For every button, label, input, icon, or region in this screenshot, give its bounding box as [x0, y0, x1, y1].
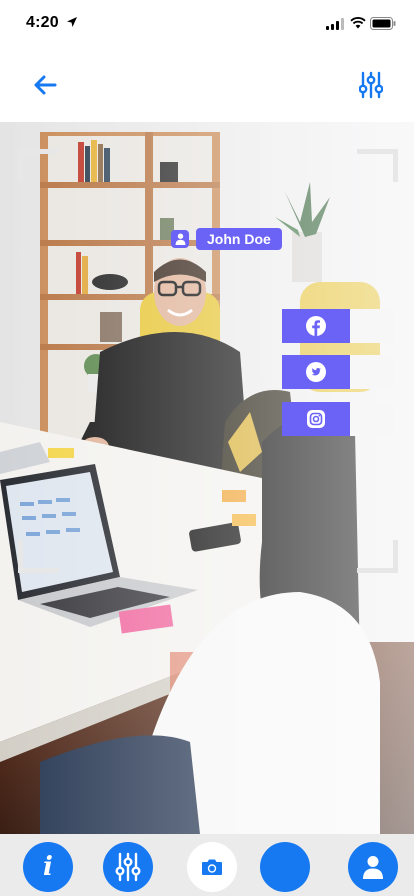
- sliders-icon: [115, 852, 141, 882]
- viewfinder-corner-bottom-left: [18, 540, 59, 573]
- twitter-field: [350, 355, 394, 389]
- header: [0, 48, 414, 122]
- camera-viewfinder[interactable]: John Doe: [0, 122, 414, 834]
- settings-button[interactable]: [103, 842, 153, 892]
- twitter-link[interactable]: [282, 355, 394, 389]
- facebook-field: [350, 309, 394, 343]
- battery-icon: [370, 17, 396, 30]
- bottom-toolbar: i: [0, 834, 414, 896]
- cellular-signal-icon: [326, 18, 344, 30]
- info-icon: i: [43, 852, 53, 882]
- person-name-label: John Doe: [196, 228, 282, 250]
- user-icon: [171, 230, 189, 248]
- facebook-icon: [282, 309, 350, 343]
- instagram-field: [350, 402, 394, 436]
- status-time: 4:20: [26, 14, 59, 31]
- filter-button[interactable]: [354, 68, 388, 102]
- face-name-tag[interactable]: John Doe: [171, 228, 282, 250]
- info-button[interactable]: i: [23, 842, 73, 892]
- facebook-link[interactable]: [282, 309, 394, 343]
- user-icon: [363, 856, 383, 879]
- camera-button[interactable]: [187, 842, 237, 892]
- profile-button[interactable]: [348, 842, 398, 892]
- wifi-icon: [350, 17, 366, 29]
- viewfinder-corner-bottom-right: [357, 540, 398, 573]
- status-bar: 4:20: [0, 0, 414, 48]
- instagram-icon: [282, 402, 350, 436]
- sliders-icon: [359, 71, 383, 99]
- instagram-link[interactable]: [282, 402, 394, 436]
- location-arrow-icon: [67, 17, 77, 27]
- back-button[interactable]: [28, 68, 62, 102]
- camera-icon: [202, 859, 222, 875]
- viewfinder-corner-top-left: [18, 149, 59, 182]
- arrow-left-icon: [34, 75, 57, 95]
- twitter-icon: [282, 355, 350, 389]
- viewfinder-corner-top-right: [357, 149, 398, 182]
- capture-button[interactable]: [260, 842, 310, 892]
